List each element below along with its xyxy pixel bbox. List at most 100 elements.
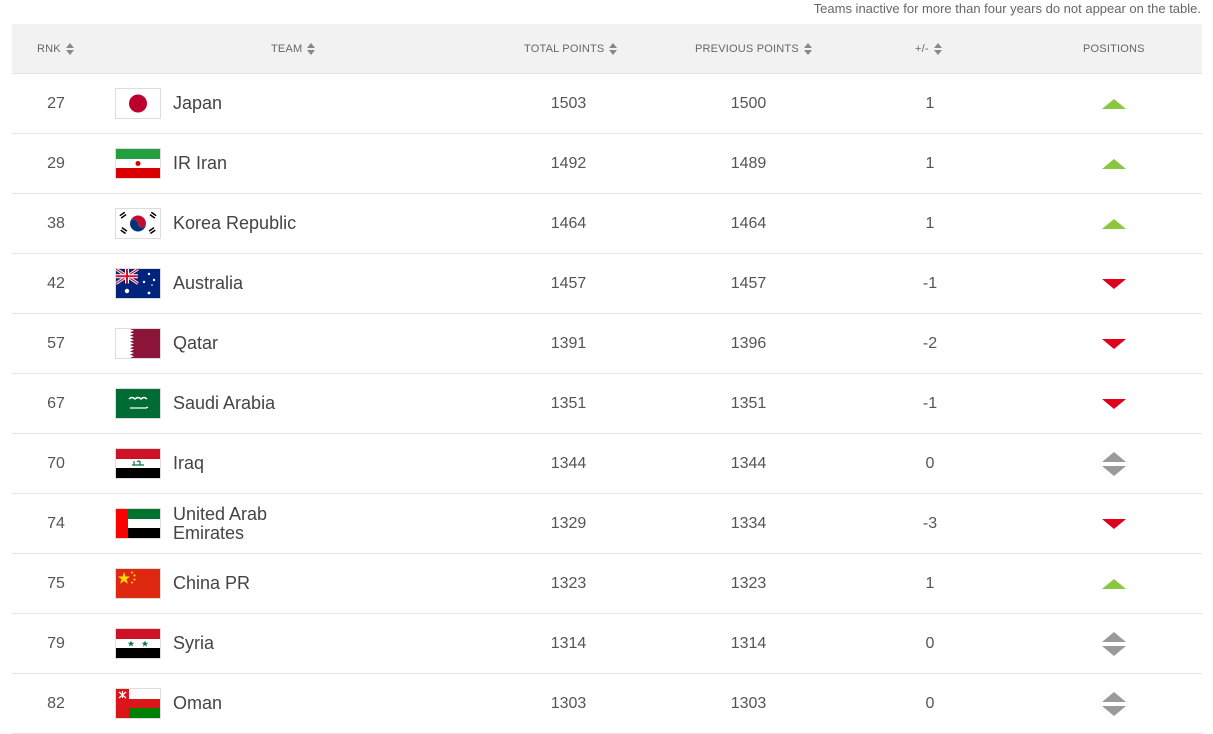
rank-cell: 75 [47,574,65,592]
table-row[interactable]: 57 Qatar 1391 1396 -2 [12,314,1202,374]
iraq-flag-icon [115,448,161,479]
table-row[interactable]: 27 Japan 1503 1500 1 [12,74,1202,134]
column-diff-header[interactable]: +/- [915,24,942,73]
previous-points-cell: 1464 [730,214,767,232]
rank-cell: 38 [47,214,65,232]
team-name-link[interactable]: Iraq [173,434,323,493]
total-points-cell: 1464 [550,214,587,232]
column-total-points-label: TOTAL POINTS [524,42,605,55]
iran-flag-icon [115,148,161,179]
total-points-cell: 1391 [550,334,587,352]
arrow-down-icon [1102,338,1126,349]
column-rank-header[interactable]: RNK [37,24,74,73]
flag-cell [115,74,163,133]
sort-icon [65,42,74,55]
column-rank-label: RNK [37,42,61,55]
inactive-teams-note: Teams inactive for more than four years … [813,1,1201,16]
table-header: RNK TEAM TOTAL POINTS PREVIOUS POINTS +/… [12,24,1202,74]
column-total-points-header[interactable]: TOTAL POINTS [524,24,618,73]
total-points-cell: 1457 [550,274,587,292]
arrow-down-icon [1102,518,1126,529]
team-name-link[interactable]: Syria [173,614,323,673]
previous-points-cell: 1344 [730,454,767,472]
table-row[interactable]: 67 Saudi Arabia 1351 1351 -1 [12,374,1202,434]
table-row[interactable]: 70 Iraq 1344 1344 0 [12,434,1202,494]
diff-cell: -2 [922,334,938,352]
previous-points-cell: 1489 [730,154,767,172]
oman-flag-icon [115,688,161,719]
diff-cell: 0 [925,634,935,652]
sort-icon [307,42,316,55]
team-name-link[interactable]: IR Iran [173,134,323,193]
syria-flag-icon [115,628,161,659]
arrow-up-icon [1102,158,1126,169]
table-row[interactable]: 75 China PR 1323 1323 1 [12,554,1202,614]
team-name-link[interactable]: Oman [173,674,323,733]
arrow-up-icon [1102,98,1126,109]
column-positions-label: POSITIONS [1083,42,1145,55]
table-row[interactable]: 79 Syria 1314 1314 0 [12,614,1202,674]
column-previous-points-header[interactable]: PREVIOUS POINTS [695,24,812,73]
diff-cell: 0 [925,454,935,472]
previous-points-cell: 1314 [730,634,767,652]
column-team-header[interactable]: TEAM [271,24,316,73]
diff-cell: 1 [925,214,935,232]
positions-cell [1052,134,1176,193]
arrow-down-icon [1102,398,1126,409]
column-previous-points-label: PREVIOUS POINTS [695,42,799,55]
flag-cell [115,554,163,613]
no-change-icon [1102,631,1126,656]
sort-icon [933,42,942,55]
positions-cell [1052,434,1176,493]
korea-flag-icon [115,208,161,239]
column-diff-label: +/- [915,42,929,55]
flag-cell [115,194,163,253]
sort-icon [803,42,812,55]
china-flag-icon [115,568,161,599]
no-change-icon [1102,451,1126,476]
team-name-link[interactable]: Saudi Arabia [173,374,323,433]
table-row[interactable]: 38 Korea Republic 1464 1464 1 [12,194,1202,254]
previous-points-cell: 1303 [730,694,767,712]
team-name-link[interactable]: United Arab Emirates [173,494,323,553]
positions-cell [1052,374,1176,433]
diff-cell: 1 [925,154,935,172]
rank-cell: 74 [47,514,65,532]
rank-cell: 67 [47,394,65,412]
total-points-cell: 1323 [550,574,587,592]
team-name-link[interactable]: Japan [173,74,323,133]
team-name-link[interactable]: Australia [173,254,323,313]
team-name-link[interactable]: China PR [173,554,323,613]
diff-cell: 1 [925,94,935,112]
table-row[interactable]: 74 United Arab Emirates 1329 1334 -3 [12,494,1202,554]
flag-cell [115,494,163,553]
previous-points-cell: 1457 [730,274,767,292]
previous-points-cell: 1500 [730,94,767,112]
rank-cell: 70 [47,454,65,472]
table-row[interactable]: 29 IR Iran 1492 1489 1 [12,134,1202,194]
arrow-down-icon [1102,278,1126,289]
team-name-link[interactable]: Korea Republic [173,194,323,253]
diff-cell: -1 [922,274,938,292]
positions-cell [1052,314,1176,373]
total-points-cell: 1303 [550,694,587,712]
flag-cell [115,434,163,493]
total-points-cell: 1503 [550,94,587,112]
diff-cell: 1 [925,574,935,592]
total-points-cell: 1492 [550,154,587,172]
saudi-arabia-flag-icon [115,388,161,419]
previous-points-cell: 1396 [730,334,767,352]
column-positions-header: POSITIONS [1083,24,1145,73]
team-name-link[interactable]: Qatar [173,314,323,373]
flag-cell [115,134,163,193]
arrow-up-icon [1102,218,1126,229]
rank-cell: 79 [47,634,65,652]
flag-cell [115,674,163,733]
diff-cell: -3 [922,514,938,532]
rank-cell: 42 [47,274,65,292]
flag-cell [115,614,163,673]
table-row[interactable]: 42 Australia 1457 1457 -1 [12,254,1202,314]
table-row[interactable]: 82 Oman 1303 1303 0 [12,674,1202,734]
total-points-cell: 1351 [550,394,587,412]
positions-cell [1052,194,1176,253]
